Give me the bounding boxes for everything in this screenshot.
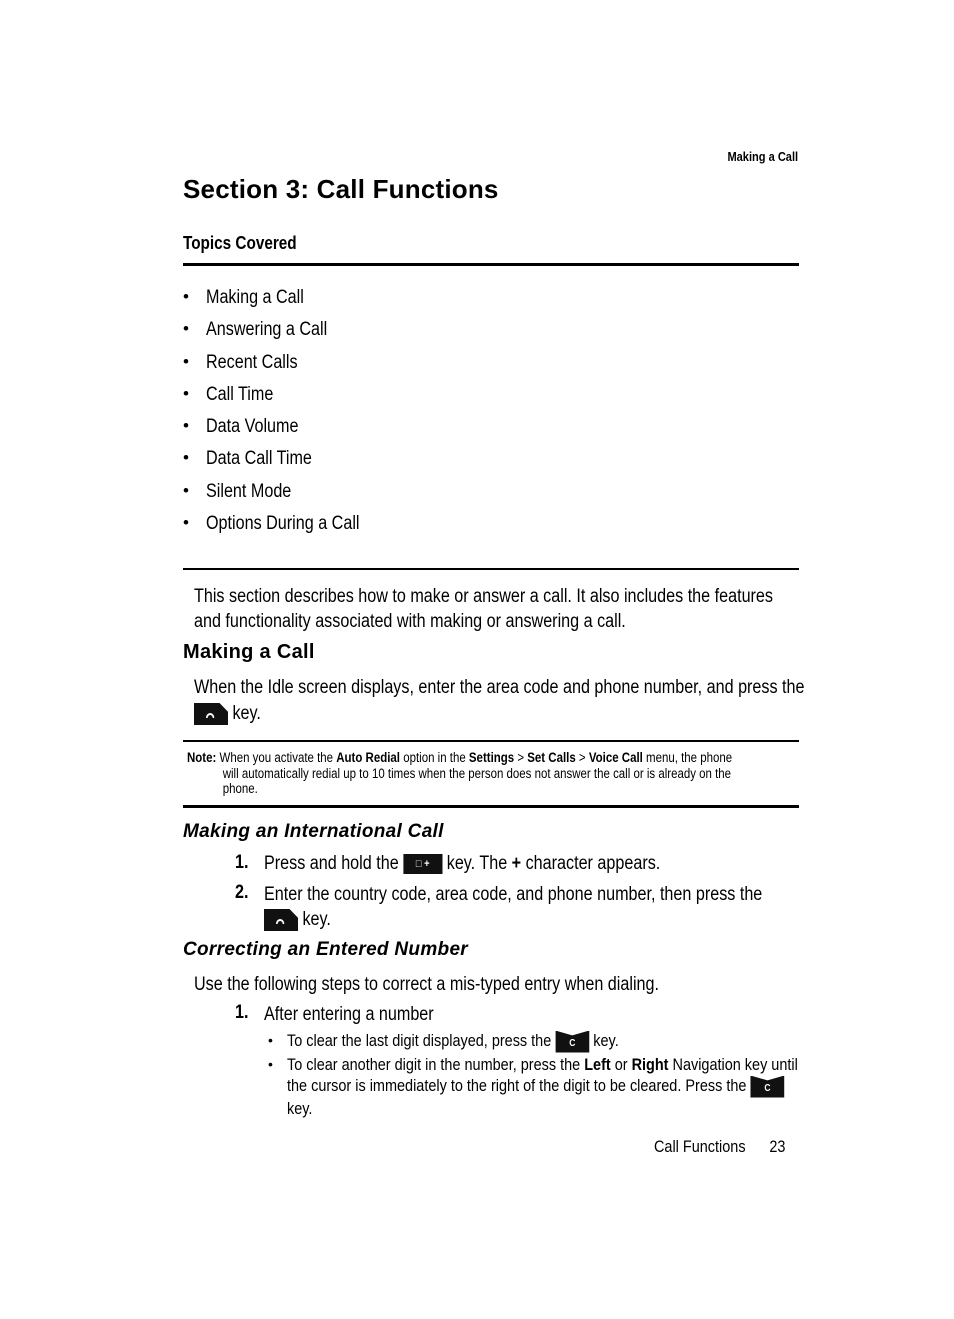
clear-key-icon: C [555,1030,590,1053]
footer-section-name: Call Functions [654,1137,746,1156]
correcting-intro: Use the following steps to correct a mis… [194,974,659,995]
bullet-icon: • [183,383,189,403]
topics-bottom-rule [183,568,799,570]
page-number: 23 [769,1137,786,1156]
bullet-icon: • [183,287,189,306]
page-footer: Call Functions 23 [654,1137,785,1157]
bullet-icon: • [183,416,189,436]
intro-paragraph: This section describes how to make or an… [194,586,773,632]
topics-heading: Topics Covered [183,233,297,253]
note-bottom-rule [183,805,799,808]
note-box: Note: When you activate the Auto Redial … [187,750,733,796]
international-call-heading: Making an International Call [183,821,444,842]
send-key-icon [194,702,228,725]
bullet-icon: • [183,480,189,500]
making-a-call-heading: Making a Call [183,641,315,663]
send-key-icon [264,908,298,931]
running-header: Making a Call [727,149,798,164]
bullet-icon: • [268,1056,273,1072]
correcting-number-heading: Correcting an Entered Number [183,939,469,960]
making-a-call-paragraph: When the Idle screen displays, enter the… [194,677,805,725]
bullet-icon: • [183,448,189,468]
bullet-icon: • [268,1032,273,1048]
manual-page: Making a Call Section 3: Call Functions … [183,149,805,1157]
bullet-icon: • [183,513,189,533]
clear-key-icon: C [750,1075,785,1098]
note-label: Note: [187,750,217,765]
section-title: Section 3: Call Functions [183,174,499,204]
bullet-icon: • [183,319,189,339]
note-top-rule [183,740,799,742]
topics-top-rule [183,263,799,266]
plus-key-icon: □ + [403,853,443,874]
bullet-icon: • [183,351,189,371]
